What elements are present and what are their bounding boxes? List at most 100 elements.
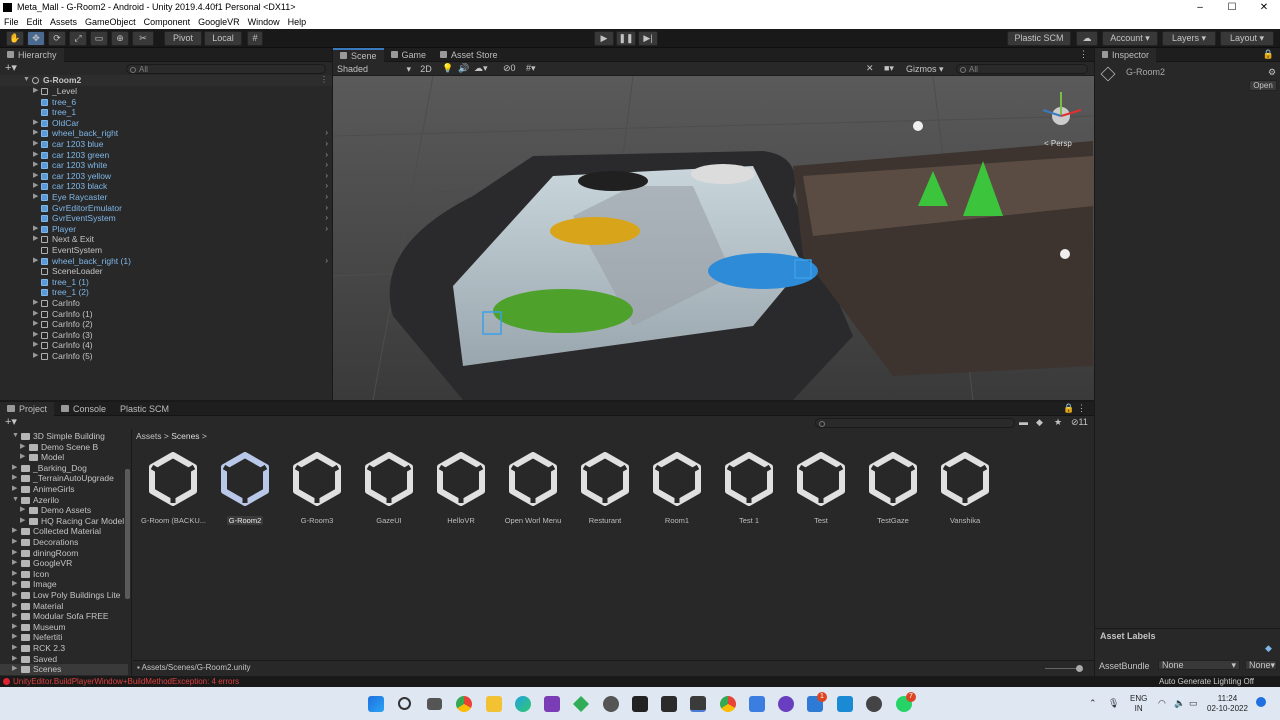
- hierarchy-item[interactable]: tree_6: [0, 97, 332, 108]
- edge-icon[interactable]: [515, 696, 531, 712]
- unity-taskbar-icon[interactable]: [690, 696, 706, 712]
- cloud-icon[interactable]: ☁: [1076, 31, 1098, 46]
- folder-expand-icon[interactable]: ▶: [12, 558, 17, 569]
- folder-item[interactable]: ▶ Demo Assets: [0, 505, 128, 516]
- hierarchy-item[interactable]: ▶ wheel_back_right (1) ›: [0, 256, 332, 267]
- open-prefab-icon[interactable]: ›: [325, 224, 328, 235]
- folder-item[interactable]: ▶ diningRoom: [0, 548, 128, 559]
- folder-item[interactable]: ▼ 3D Simple Building: [0, 431, 128, 442]
- folder-item[interactable]: ▶ Nefertiti: [0, 632, 128, 643]
- open-prefab-icon[interactable]: ›: [325, 203, 328, 214]
- folder-item[interactable]: ▶ HQ Racing Car Model: [0, 516, 128, 527]
- folder-item[interactable]: ▶ _Barking_Dog: [0, 463, 128, 474]
- effects-dropdown-icon[interactable]: ☁▾: [474, 63, 488, 74]
- hierarchy-item[interactable]: ▶ Next & Exit: [0, 234, 332, 245]
- folder-expand-icon[interactable]: ▶: [12, 622, 17, 633]
- open-prefab-icon[interactable]: ›: [325, 256, 328, 267]
- asset-bundle-dropdown[interactable]: None ▾: [1158, 660, 1240, 670]
- folder-item[interactable]: ▶ _TerrainAutoUpgrade: [0, 473, 128, 484]
- hierarchy-item[interactable]: tree_1: [0, 107, 332, 118]
- expand-arrow-icon[interactable]: ▶: [33, 192, 38, 203]
- scene-asset[interactable]: GazeUI: [357, 452, 421, 532]
- menu-gameobject[interactable]: GameObject: [85, 17, 136, 27]
- scene-asset[interactable]: Vanshika: [933, 452, 997, 532]
- scene-asset[interactable]: HelloVR: [429, 452, 493, 532]
- folder-expand-icon[interactable]: ▶: [12, 632, 17, 643]
- scene-asset[interactable]: G-Room3: [285, 452, 349, 532]
- step-button[interactable]: ▶|: [638, 31, 658, 46]
- folder-expand-icon[interactable]: ▶: [12, 473, 17, 484]
- scene-asset[interactable]: Test: [789, 452, 853, 532]
- hierarchy-search-input[interactable]: All: [126, 64, 326, 74]
- inspector-lock-icon[interactable]: 🔒: [1263, 49, 1274, 60]
- open-prefab-icon[interactable]: ›: [325, 128, 328, 139]
- notification-icon[interactable]: [1256, 697, 1266, 707]
- tag-icon[interactable]: ◆: [1265, 643, 1272, 654]
- hidden-objects-icon[interactable]: ⊘0: [503, 63, 516, 74]
- minimize-button[interactable]: –: [1184, 0, 1216, 15]
- folder-item[interactable]: ▶ Scenes: [0, 664, 128, 675]
- mic-icon[interactable]: 🎙: [1108, 698, 1119, 709]
- tab-inspector[interactable]: Inspector: [1095, 47, 1157, 62]
- search-by-type-icon[interactable]: ▬: [1019, 417, 1028, 427]
- folder-item[interactable]: ▶ Saved: [0, 654, 128, 665]
- folder-item[interactable]: ▶ Material: [0, 601, 128, 612]
- expand-arrow-icon[interactable]: ▶: [33, 319, 38, 330]
- hierarchy-item[interactable]: tree_1 (2): [0, 287, 332, 298]
- icon-size-slider-thumb[interactable]: [1076, 665, 1083, 672]
- scene-panel-menu-icon[interactable]: ⋮: [1079, 49, 1088, 60]
- vscode-icon[interactable]: [837, 696, 853, 712]
- account-dropdown[interactable]: Account ▾: [1102, 31, 1158, 46]
- light-icon[interactable]: [913, 121, 923, 131]
- expand-arrow-icon[interactable]: ▶: [33, 224, 38, 235]
- app-circle-icon[interactable]: [603, 696, 619, 712]
- menu-edit[interactable]: Edit: [27, 17, 43, 27]
- scene-asset[interactable]: TestGaze: [861, 452, 925, 532]
- folder-expand-icon[interactable]: ▶: [12, 579, 17, 590]
- hierarchy-item[interactable]: ▶ CarInfo (1): [0, 309, 332, 320]
- folder-item[interactable]: ▶ Decorations: [0, 537, 128, 548]
- move-tool-icon[interactable]: ✥: [27, 31, 45, 46]
- local-toggle[interactable]: Local: [204, 31, 242, 46]
- language-indicator[interactable]: ENG IN: [1130, 694, 1147, 714]
- expand-arrow-icon[interactable]: ▼: [23, 75, 30, 86]
- expand-arrow-icon[interactable]: ▶: [33, 86, 38, 97]
- scale-tool-icon[interactable]: ⤢: [69, 31, 87, 46]
- open-prefab-icon[interactable]: ›: [325, 150, 328, 161]
- chrome-icon[interactable]: [456, 696, 472, 712]
- menu-assets[interactable]: Assets: [50, 17, 77, 27]
- hidden-packages-icon[interactable]: ⊘11: [1071, 417, 1088, 428]
- shading-mode-dropdown[interactable]: Shaded ▾: [335, 63, 413, 75]
- tab-project[interactable]: Project: [0, 401, 55, 416]
- expand-arrow-icon[interactable]: ▶: [33, 118, 38, 129]
- folder-expand-icon[interactable]: ▼: [12, 431, 19, 442]
- pivot-toggle[interactable]: Pivot: [164, 31, 202, 46]
- onenote-icon[interactable]: [544, 696, 560, 712]
- folder-expand-icon[interactable]: ▶: [12, 526, 17, 537]
- hierarchy-item[interactable]: GvrEventSystem ›: [0, 213, 332, 224]
- hand-tool-icon[interactable]: ✋: [6, 31, 24, 46]
- hierarchy-item[interactable]: ▶ Player ›: [0, 224, 332, 235]
- transform-tool-icon[interactable]: ⊕: [111, 31, 129, 46]
- hierarchy-item[interactable]: GvrEditorEmulator ›: [0, 203, 332, 214]
- expand-arrow-icon[interactable]: ▶: [33, 181, 38, 192]
- hierarchy-item[interactable]: ▶ car 1203 blue ›: [0, 139, 332, 150]
- inspector-settings-icon[interactable]: ⚙: [1268, 67, 1276, 78]
- folder-item[interactable]: ▶ GoogleVR: [0, 558, 128, 569]
- expand-arrow-icon[interactable]: ▶: [33, 150, 38, 161]
- scene-menu-icon[interactable]: ⋮: [320, 75, 328, 86]
- hierarchy-item[interactable]: ▶ CarInfo (3): [0, 330, 332, 341]
- expand-arrow-icon[interactable]: ▶: [33, 171, 38, 182]
- expand-arrow-icon[interactable]: ▶: [33, 330, 38, 341]
- menu-file[interactable]: File: [4, 17, 19, 27]
- favorites-icon[interactable]: ★: [1054, 417, 1062, 428]
- asset-variant-dropdown[interactable]: None▾: [1245, 660, 1277, 670]
- close-button[interactable]: ✕: [1248, 0, 1280, 15]
- open-prefab-icon[interactable]: ›: [325, 192, 328, 203]
- hierarchy-item[interactable]: ▶ OldCar: [0, 118, 332, 129]
- folder-expand-icon[interactable]: ▶: [20, 442, 25, 453]
- layers-dropdown[interactable]: Layers ▾: [1162, 31, 1216, 46]
- hierarchy-item[interactable]: tree_1 (1): [0, 277, 332, 288]
- windows-start-icon[interactable]: [368, 696, 384, 712]
- folder-item[interactable]: ▶ Demo Scene B: [0, 442, 128, 453]
